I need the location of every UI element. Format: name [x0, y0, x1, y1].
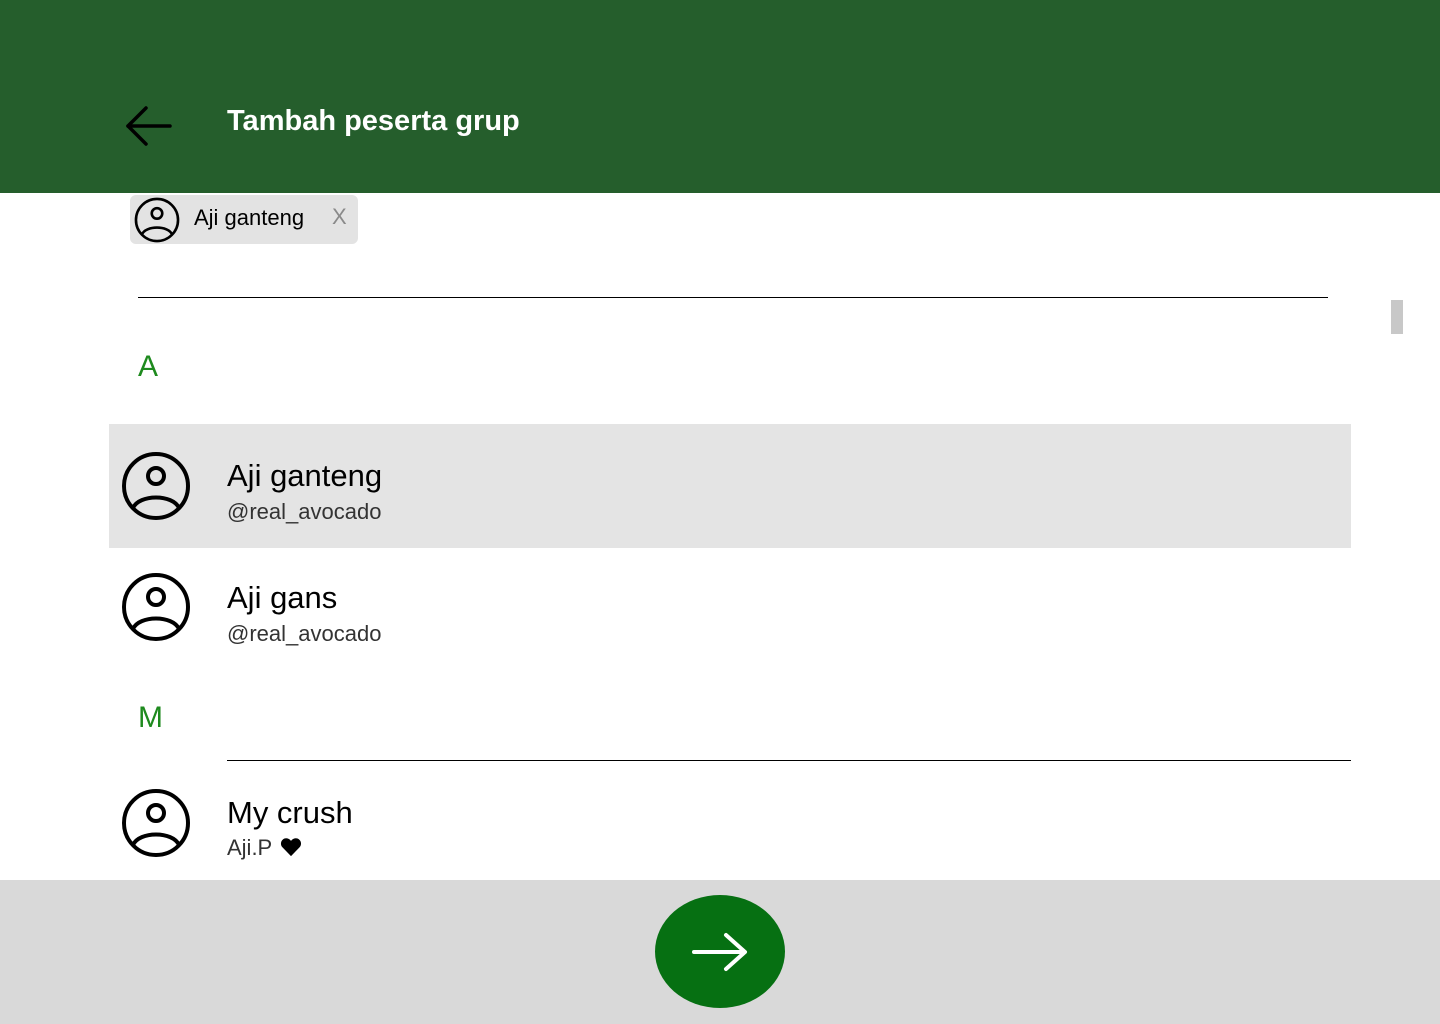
heart-icon — [281, 838, 302, 857]
scrollbar-thumb[interactable] — [1391, 300, 1403, 334]
contact-row-my-crush[interactable]: My crush Aji.P — [109, 762, 1351, 880]
search-input-underline[interactable] — [138, 297, 1328, 298]
user-avatar-icon — [121, 788, 191, 858]
contact-name: Aji gans — [227, 580, 338, 615]
section-header-m: M — [138, 701, 163, 734]
arrow-left-icon — [126, 106, 172, 146]
contact-row-aji-ganteng[interactable]: Aji ganteng @real_avocado — [109, 424, 1351, 548]
app-header: Tambah peserta grup — [0, 0, 1440, 193]
user-avatar-icon — [134, 197, 180, 243]
contact-username: @real_avocado — [227, 499, 382, 524]
bottom-action-bar — [0, 880, 1440, 1024]
chip-label: Aji ganteng — [194, 205, 305, 230]
contact-name: My crush — [227, 795, 353, 830]
section-header-a: A — [138, 350, 159, 383]
user-avatar-icon — [121, 572, 191, 642]
contact-username: @real_avocado — [227, 621, 382, 646]
contact-status: Aji.P — [227, 835, 302, 861]
next-button[interactable] — [655, 895, 785, 1008]
contact-name: Aji ganteng — [227, 458, 383, 493]
contact-row-aji-gans[interactable]: Aji gans @real_avocado — [109, 548, 1351, 672]
back-button[interactable] — [118, 98, 178, 154]
section-divider — [227, 760, 1351, 761]
selected-participant-chip: Aji ganteng X — [130, 195, 358, 244]
user-avatar-icon — [121, 451, 191, 521]
arrow-right-icon — [692, 933, 747, 971]
page-title: Tambah peserta grup — [227, 105, 520, 137]
remove-chip-button[interactable]: X — [332, 204, 347, 230]
contact-status-text: Aji.P — [227, 835, 273, 860]
